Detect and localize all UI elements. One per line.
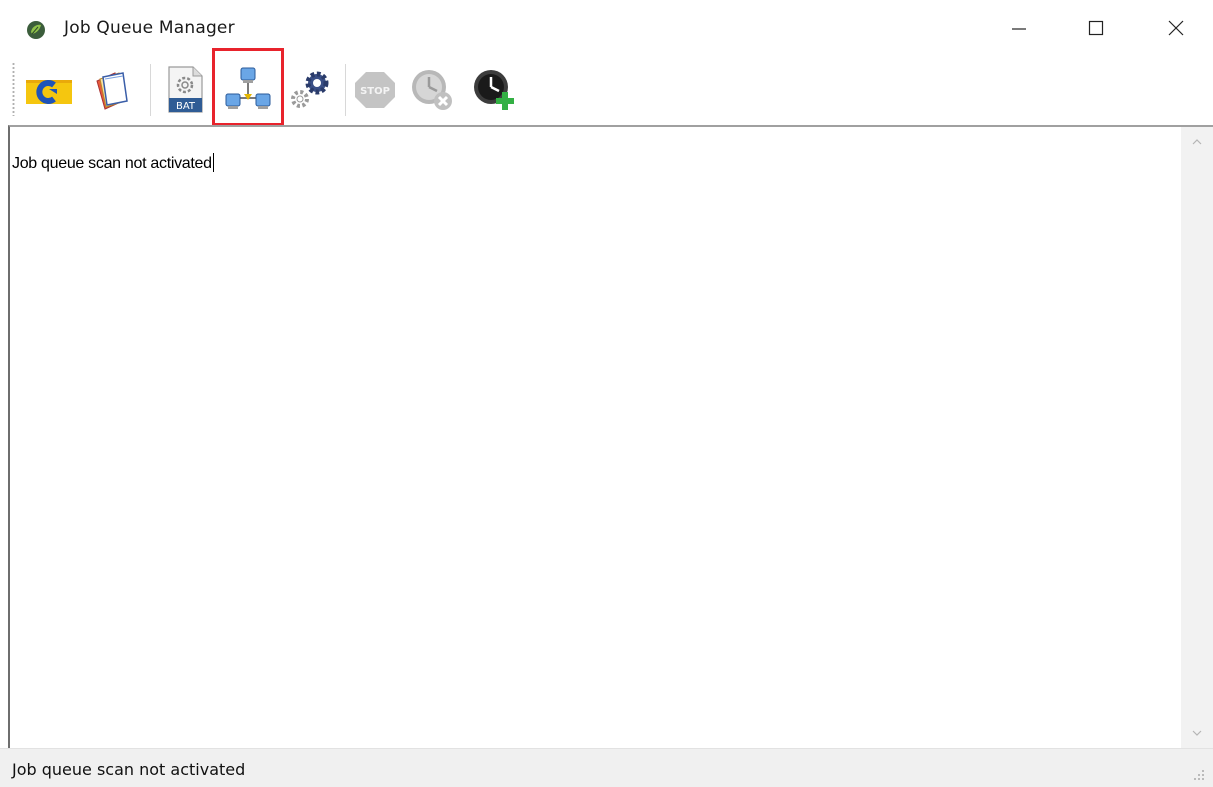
vertical-scrollbar[interactable] [1181,127,1213,748]
text-caret [212,153,214,172]
svg-text:BAT: BAT [176,101,196,112]
svg-text:STOP: STOP [360,86,390,97]
toolbar: BAT STOP [0,56,1213,126]
maximize-icon [1088,20,1104,36]
network-button[interactable] [219,58,277,122]
status-text: Job queue scan not activated [12,760,246,779]
batch-button[interactable]: BAT [156,58,214,122]
pages-icon [96,72,128,110]
scroll-up-button[interactable] [1181,127,1213,157]
log-panel[interactable]: Job queue scan not activated [8,125,1213,748]
remove-schedule-button[interactable] [403,58,461,122]
add-schedule-button[interactable] [465,58,523,122]
job-queue-manager-window: Job Queue Manager BAT STOP Job queue sca… [0,0,1213,787]
minimize-button[interactable] [983,0,1055,56]
yellow-c-icon [26,80,72,104]
toolbar-grip[interactable] [12,62,15,116]
scroll-down-button[interactable] [1181,718,1213,748]
clock-remove-icon [412,70,452,110]
log-text: Job queue scan not activated [12,155,212,172]
close-icon [1168,20,1184,36]
title-bar[interactable]: Job Queue Manager [0,0,1213,56]
open-config-button[interactable] [20,58,78,122]
chevron-down-icon [1192,730,1202,736]
chevron-up-icon [1192,139,1202,145]
clock-add-icon [474,70,514,110]
log-text-line[interactable]: Job queue scan not activated [12,153,214,173]
settings-button[interactable] [281,58,339,122]
bat-file-icon: BAT [168,66,203,113]
minimize-icon [1012,28,1026,30]
stop-button[interactable]: STOP [346,58,404,122]
app-leaf-icon [27,21,45,39]
resize-grip-icon[interactable] [1191,767,1205,781]
window-title: Job Queue Manager [64,18,235,38]
gears-icon [291,71,329,108]
stop-icon: STOP [355,72,395,108]
toolbar-separator [150,64,151,116]
network-computers-icon [225,67,271,109]
status-bar: Job queue scan not activated [0,748,1213,787]
close-button[interactable] [1140,0,1212,56]
documents-button[interactable] [84,58,142,122]
maximize-button[interactable] [1060,0,1132,56]
